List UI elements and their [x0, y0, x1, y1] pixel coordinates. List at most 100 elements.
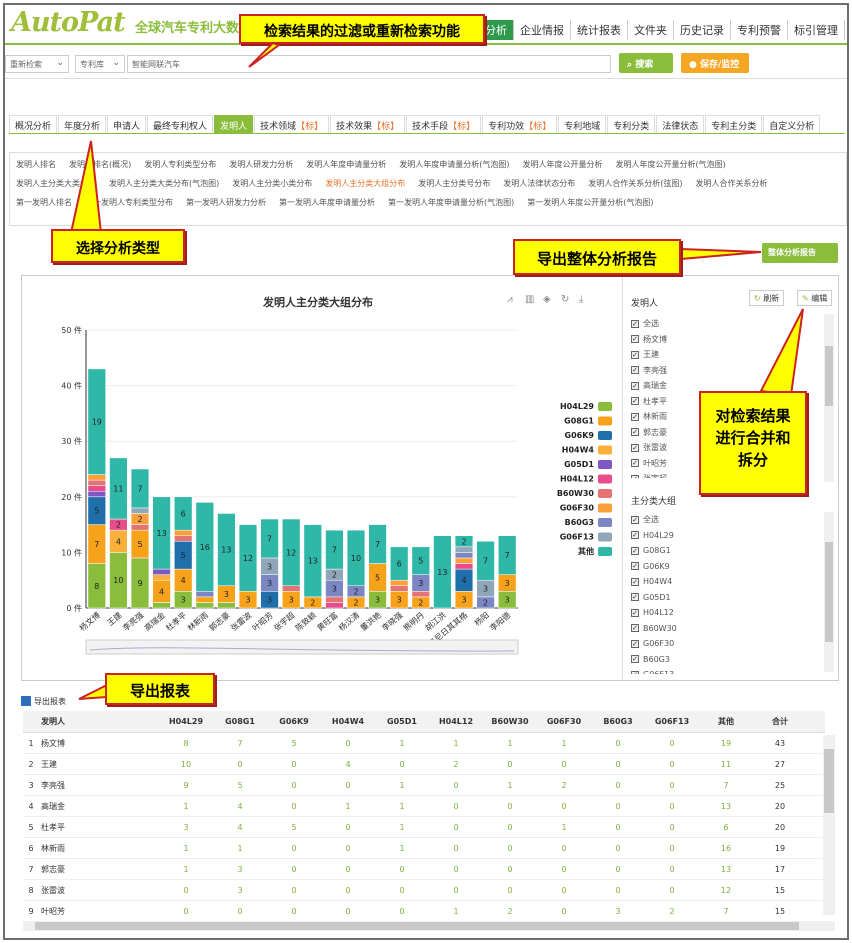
- subtype-link[interactable]: 发明人年度申请量分析(气泡图): [399, 159, 509, 170]
- tab-8[interactable]: 专利功效【标】: [482, 115, 558, 133]
- checkbox[interactable]: ✓: [631, 546, 639, 555]
- checkbox[interactable]: ✓: [631, 428, 639, 437]
- checkbox-item[interactable]: ✓ 王建: [631, 347, 821, 363]
- column-header[interactable]: B60W30: [483, 717, 537, 726]
- column-header[interactable]: H04L12: [429, 717, 483, 726]
- column-header[interactable]: 合计: [753, 716, 807, 727]
- nav-item[interactable]: 统计报表: [571, 20, 628, 40]
- checkbox[interactable]: ✓: [631, 474, 639, 478]
- table-row[interactable]: 3 李亮强 9 5 0 0 1 0 1 2 0 0 7 25: [23, 775, 825, 796]
- checkbox-item[interactable]: ✓ G06F30: [631, 636, 821, 652]
- checkbox-item[interactable]: ✓ H04L12: [631, 605, 821, 621]
- tab-1[interactable]: 年度分析: [58, 115, 107, 133]
- checkbox[interactable]: ✓: [631, 624, 639, 633]
- column-header[interactable]: G06F13: [645, 717, 699, 726]
- checkbox[interactable]: ✓: [631, 608, 639, 617]
- checkbox[interactable]: ✓: [631, 459, 639, 468]
- subtype-link[interactable]: 发明人排名(概况): [69, 159, 131, 170]
- column-header[interactable]: B60G3: [591, 717, 645, 726]
- table-row[interactable]: 6 林新雨 1 1 0 0 1 0 0 0 0 0 16 19: [23, 838, 825, 859]
- checkbox-item[interactable]: ✓ 李亮强: [631, 363, 821, 379]
- subtype-link[interactable]: 第一发明人年度申请量分析(气泡图): [388, 197, 514, 208]
- table-row[interactable]: 4 高瑞金 1 4 0 1 1 0 0 0 0 0 13 20: [23, 796, 825, 817]
- checkbox[interactable]: ✓: [631, 515, 639, 524]
- table-row[interactable]: 2 王建 10 0 0 4 0 2 0 0 0 0 11 27: [23, 754, 825, 775]
- subtype-link[interactable]: 发明人主分类号分布: [418, 178, 490, 189]
- nav-item[interactable]: 企业情报: [514, 20, 571, 40]
- subtype-link[interactable]: 发明人年度公开量分析: [523, 159, 603, 170]
- column-header[interactable]: 其他: [699, 716, 753, 727]
- checkbox-item[interactable]: ✓ 全选: [631, 316, 821, 332]
- search-mode-select[interactable]: 重新检索 ⌄: [5, 55, 69, 73]
- subtype-link[interactable]: 第一发明人年度公开量分析(气泡图): [527, 197, 653, 208]
- checkbox-item[interactable]: ✓ 杨文博: [631, 332, 821, 348]
- table-scrollbar[interactable]: [823, 735, 835, 915]
- refresh-button[interactable]: ↻ 刷新: [749, 290, 785, 306]
- checkbox-item[interactable]: ✓ B60W30: [631, 621, 821, 637]
- search-button[interactable]: ⌕ 搜索: [619, 53, 673, 73]
- save-monitor-button[interactable]: ● 保存/监控: [681, 53, 749, 73]
- checkbox[interactable]: ✓: [631, 562, 639, 571]
- table-hscrollbar[interactable]: [23, 921, 835, 931]
- checkbox[interactable]: ✓: [631, 655, 639, 664]
- subtype-link[interactable]: 发明人主分类大类分布(气泡图): [109, 178, 219, 189]
- checkbox-item[interactable]: ✓ H04L29: [631, 528, 821, 544]
- subtype-link[interactable]: 第一发明人研发力分析: [186, 197, 266, 208]
- checkbox[interactable]: ✓: [631, 319, 639, 328]
- tab-9[interactable]: 专利地域: [558, 115, 607, 133]
- subtype-link[interactable]: 发明人排名: [16, 159, 56, 170]
- tab-10[interactable]: 专利分类: [607, 115, 656, 133]
- group-scrollbar[interactable]: [824, 512, 834, 672]
- subtype-link[interactable]: 发明人年度申请量分析: [306, 159, 386, 170]
- checkbox[interactable]: ✓: [631, 381, 639, 390]
- subtype-link[interactable]: 发明人主分类大组分布: [325, 178, 405, 189]
- checkbox-item[interactable]: ✓ G06K9: [631, 559, 821, 575]
- table-row[interactable]: 5 杜孝平 3 4 5 0 1 0 0 1 0 0 6 20: [23, 817, 825, 838]
- column-header[interactable]: 发明人: [39, 716, 159, 727]
- tab-12[interactable]: 专利主分类: [705, 115, 763, 133]
- subtype-link[interactable]: 发明人年度公开量分析(气泡图): [616, 159, 726, 170]
- overall-report-button[interactable]: 整体分析报告: [762, 243, 838, 263]
- checkbox[interactable]: ✓: [631, 670, 639, 674]
- checkbox[interactable]: ✓: [631, 593, 639, 602]
- database-select[interactable]: 专利库 ⌄: [75, 55, 125, 73]
- subtype-link[interactable]: 发明人专利类型分布: [144, 159, 216, 170]
- edit-button[interactable]: ✎ 编辑: [797, 290, 833, 306]
- subtype-link[interactable]: 第一发明人年度申请量分析: [279, 197, 375, 208]
- tab-13[interactable]: 自定义分析: [763, 115, 821, 133]
- checkbox[interactable]: ✓: [631, 350, 639, 359]
- column-header[interactable]: H04W4: [321, 717, 375, 726]
- checkbox[interactable]: ✓: [631, 366, 639, 375]
- checkbox[interactable]: ✓: [631, 335, 639, 344]
- checkbox[interactable]: ✓: [631, 577, 639, 586]
- nav-item[interactable]: 文件夹: [628, 20, 674, 40]
- column-header[interactable]: H04L29: [159, 717, 213, 726]
- tab-3[interactable]: 最终专利权人: [147, 115, 214, 133]
- subtype-link[interactable]: 发明人合作关系分析(弦图): [588, 178, 682, 189]
- nav-item[interactable]: 历史记录: [674, 20, 731, 40]
- checkbox-item[interactable]: ✓ G05D1: [631, 590, 821, 606]
- subtype-link[interactable]: 第一发明人专利类型分布: [85, 197, 173, 208]
- search-input[interactable]: 智能网联汽车: [127, 55, 611, 73]
- tab-5[interactable]: 技术领域【标】: [254, 115, 330, 133]
- inventor-scrollbar[interactable]: [824, 314, 834, 482]
- checkbox[interactable]: ✓: [631, 443, 639, 452]
- table-row[interactable]: 7 郭志豪 1 3 0 0 0 0 0 0 0 0 13 17: [23, 859, 825, 880]
- checkbox-item[interactable]: ✓ 全选: [631, 512, 821, 528]
- subtype-link[interactable]: 发明人研发力分析: [229, 159, 293, 170]
- tab-6[interactable]: 技术效果【标】: [330, 115, 406, 133]
- tab-7[interactable]: 技术手段【标】: [406, 115, 482, 133]
- table-row[interactable]: 8 张雷波 0 3 0 0 0 0 0 0 0 0 12 15: [23, 880, 825, 901]
- checkbox-item[interactable]: ✓ B60G3: [631, 652, 821, 668]
- table-row[interactable]: 1 杨文博 8 7 5 0 1 1 1 1 0 0 19 43: [23, 733, 825, 754]
- checkbox[interactable]: ✓: [631, 397, 639, 406]
- table-row[interactable]: 9 叶昭芳 0 0 0 0 0 1 2 0 3 2 7 15: [23, 901, 825, 922]
- checkbox[interactable]: ✓: [631, 412, 639, 421]
- tab-2[interactable]: 申请人: [107, 115, 147, 133]
- column-header[interactable]: G06F30: [537, 717, 591, 726]
- subtype-link[interactable]: 发明人法律状态分布: [503, 178, 575, 189]
- nav-item[interactable]: 标引管理: [788, 20, 845, 40]
- column-header[interactable]: G05D1: [375, 717, 429, 726]
- subtype-link[interactable]: 发明人主分类大类分布: [16, 178, 96, 189]
- tab-0[interactable]: 概况分析: [9, 115, 58, 133]
